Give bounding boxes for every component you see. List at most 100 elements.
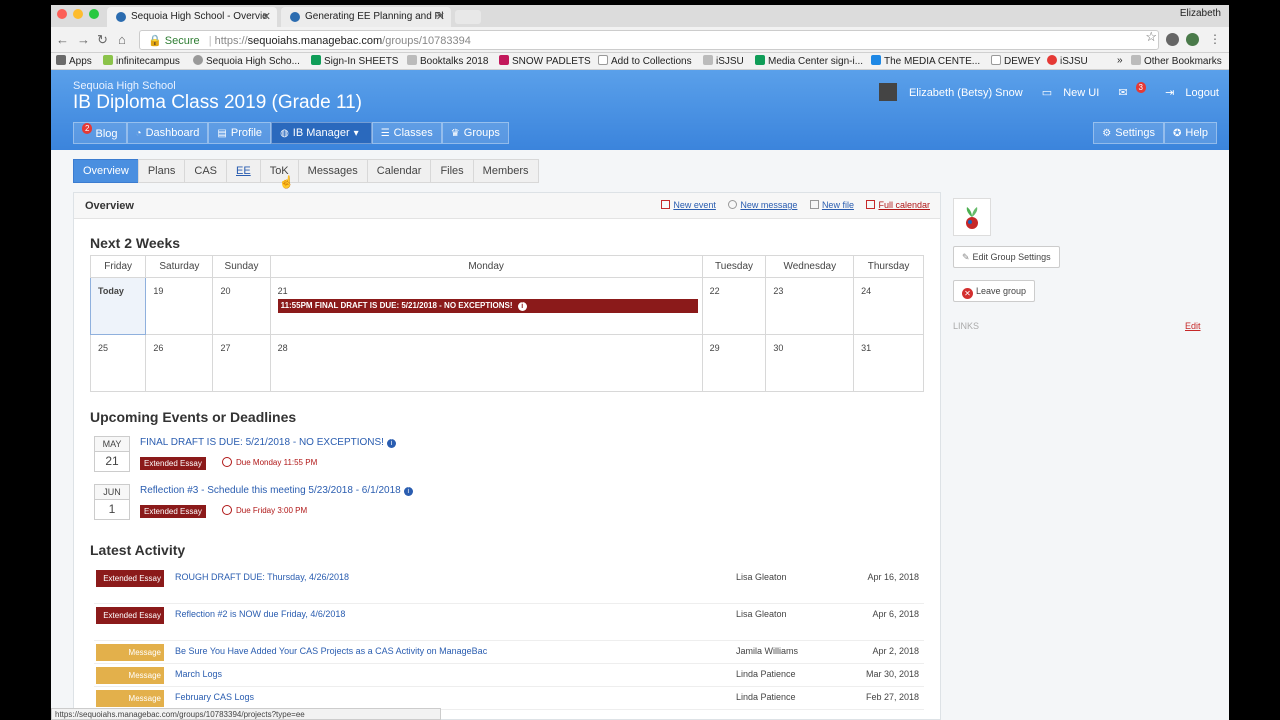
secure-label: Secure <box>164 35 200 47</box>
links-edit-link[interactable]: Edit <box>1185 321 1201 331</box>
file-icon <box>809 200 819 209</box>
id-card-icon: ▤ <box>217 128 227 139</box>
nav-ib-manager[interactable]: ◍ IB Manager ▾ <box>271 122 372 144</box>
full-calendar-link[interactable]: Full calendar <box>866 200 930 210</box>
home-icon[interactable]: ⌂ <box>118 32 126 47</box>
maximize-window-button[interactable] <box>89 9 99 19</box>
bookmark-media-center[interactable]: Media Center sign-i... <box>755 55 863 67</box>
nav-blog[interactable]: 2 Blog <box>73 122 127 144</box>
forward-arrow-icon[interactable]: → <box>77 32 90 47</box>
pencil-icon: ✎ <box>962 252 970 262</box>
new-tab-button[interactable] <box>455 10 481 24</box>
close-icon[interactable]: ✕ <box>262 10 271 23</box>
tab-calendar[interactable]: Calendar <box>366 159 432 183</box>
bookmark-booktalks[interactable]: Booktalks 2018 <box>407 55 488 67</box>
mouse-cursor-icon: ☝ <box>279 175 294 189</box>
new-message-link[interactable]: New message <box>728 200 797 210</box>
calendar-day[interactable]: 30 <box>765 334 855 392</box>
calendar-day-today[interactable]: Today <box>89 277 147 335</box>
activity-title-link[interactable]: March Logs <box>175 669 222 679</box>
calendar-day[interactable]: 19 <box>145 277 214 335</box>
user-menu[interactable]: Elizabeth (Betsy) Snow <box>871 83 1023 101</box>
bookmark-infinitecampus[interactable]: infinitecampus <box>103 55 180 67</box>
new-file-link[interactable]: New file <box>809 200 854 210</box>
menu-icon[interactable]: ⋮ <box>1209 32 1221 46</box>
calendar-day[interactable]: 26 <box>145 334 214 392</box>
bookmark-star-icon[interactable]: ☆ <box>1145 29 1157 45</box>
extension-icon[interactable] <box>1186 33 1199 46</box>
tab-cas[interactable]: CAS <box>184 159 227 183</box>
reload-icon[interactable]: ↻ <box>97 32 108 48</box>
day-header: Monday <box>269 255 703 278</box>
calendar-day[interactable]: 25 <box>89 334 147 392</box>
tab-members[interactable]: Members <box>472 159 539 183</box>
nav-groups[interactable]: ♛ Groups <box>441 122 509 144</box>
close-icon[interactable]: ✕ <box>436 10 445 23</box>
tab-messages[interactable]: Messages <box>297 159 368 183</box>
notifications-button[interactable]: ✉ 3 <box>1110 82 1146 99</box>
nav-settings[interactable]: ⚙ Settings <box>1093 122 1164 144</box>
activity-row: Extended Essay Reflection #2 is NOW due … <box>94 604 924 641</box>
nav-help[interactable]: ✪ Help <box>1163 122 1217 144</box>
close-window-button[interactable] <box>57 9 67 19</box>
tab-ee[interactable]: EE <box>226 159 261 183</box>
plant-icon <box>966 207 978 229</box>
browser-profile[interactable]: Elizabeth <box>1180 8 1221 19</box>
bookmarks-overflow-button[interactable]: » <box>1117 55 1123 66</box>
browser-tab-2[interactable]: Generating EE Planning and Pl ✕ <box>281 7 451 27</box>
activity-title-link[interactable]: ROUGH DRAFT DUE: Thursday, 4/26/2018 <box>175 572 349 582</box>
bookmark-isjsu[interactable]: iSJSU <box>703 55 744 67</box>
calendar-day[interactable]: 24 <box>853 277 924 335</box>
new-ui-link[interactable]: ▭ New UI <box>1034 87 1100 99</box>
calendar-day[interactable]: 21 11:55PM FINAL DRAFT IS DUE: 5/21/2018… <box>269 277 703 335</box>
bookmark-dewey[interactable]: DEWEY <box>991 55 1041 67</box>
calendar-event[interactable]: 11:55PM FINAL DRAFT IS DUE: 5/21/2018 - … <box>277 299 698 313</box>
url-input[interactable]: 🔒 Secure | https://sequoiahs.managebac.c… <box>139 30 1159 50</box>
due-date: Due Friday 3:00 PM <box>222 505 307 515</box>
nav-classes[interactable]: ☰ Classes <box>371 122 442 144</box>
bookmark-media-cente[interactable]: The MEDIA CENTE... <box>871 55 980 67</box>
calendar-day[interactable]: 22 <box>701 277 767 335</box>
secondary-nav: ⚙ Settings ✪ Help <box>1093 122 1217 144</box>
calendar-day[interactable]: 23 <box>765 277 855 335</box>
bookmark-sequoia[interactable]: Sequoia High Scho... <box>193 55 300 67</box>
bookmark-signin[interactable]: Sign-In SHEETS <box>311 55 398 67</box>
event-title-link[interactable]: Reflection #3 - Schedule this meeting 5/… <box>140 485 413 496</box>
browser-tab-1[interactable]: Sequoia High School - Overvie ✕ <box>107 7 277 27</box>
nav-dashboard[interactable]: ◔ Dashboard <box>126 122 209 144</box>
tab-files[interactable]: Files <box>430 159 474 183</box>
calendar-day[interactable]: 20 <box>212 277 271 335</box>
new-event-link[interactable]: New event <box>661 200 716 210</box>
edit-group-settings-button[interactable]: ✎ Edit Group Settings <box>953 246 1060 268</box>
day-header: Friday <box>89 255 147 278</box>
leave-group-button[interactable]: ✕ Leave group <box>953 280 1036 302</box>
calendar-day[interactable]: 28 <box>269 334 703 392</box>
nav-profile[interactable]: ▤ Profile <box>208 122 272 144</box>
bookmark-apps[interactable]: Apps <box>56 55 92 67</box>
activity-title-link[interactable]: Be Sure You Have Added Your CAS Projects… <box>175 646 487 656</box>
calendar-day[interactable]: 29 <box>701 334 767 392</box>
tab-overview[interactable]: Overview <box>73 159 139 183</box>
url-host: sequoiahs.managebac.com <box>247 35 383 47</box>
bookmark-snow-padlets[interactable]: SNOW PADLETS <box>499 55 591 67</box>
sheets-icon <box>311 55 321 65</box>
calendar-day[interactable]: 31 <box>853 334 924 392</box>
bookmark-add-to-collections[interactable]: Add to Collections <box>598 55 692 67</box>
calendar-icon <box>866 200 876 209</box>
tab-strip: Sequoia High School - Overvie ✕ Generati… <box>51 5 1229 27</box>
activity-title-link[interactable]: February CAS Logs <box>175 692 254 702</box>
activity-tag: Message <box>96 644 164 661</box>
extension-icon[interactable] <box>1166 33 1179 46</box>
main-content: Overview Plans CAS EE ToK Messages Calen… <box>51 150 1229 720</box>
minimize-window-button[interactable] <box>73 9 83 19</box>
links-label: LINKS <box>953 321 980 331</box>
activity-title-link[interactable]: Reflection #2 is NOW due Friday, 4/6/201… <box>175 609 345 619</box>
bookmark-isjsu-2[interactable]: iSJSU <box>1047 55 1088 67</box>
calendar-day[interactable]: 27 <box>212 334 271 392</box>
logout-link[interactable]: ⇥ Logout <box>1157 87 1219 99</box>
monitor-icon: ▭ <box>1041 87 1056 99</box>
back-arrow-icon[interactable]: ← <box>56 32 69 47</box>
tab-plans[interactable]: Plans <box>137 159 186 183</box>
bookmark-other[interactable]: Other Bookmarks <box>1131 55 1222 67</box>
event-title-link[interactable]: FINAL DRAFT IS DUE: 5/21/2018 - NO EXCEP… <box>140 437 396 448</box>
